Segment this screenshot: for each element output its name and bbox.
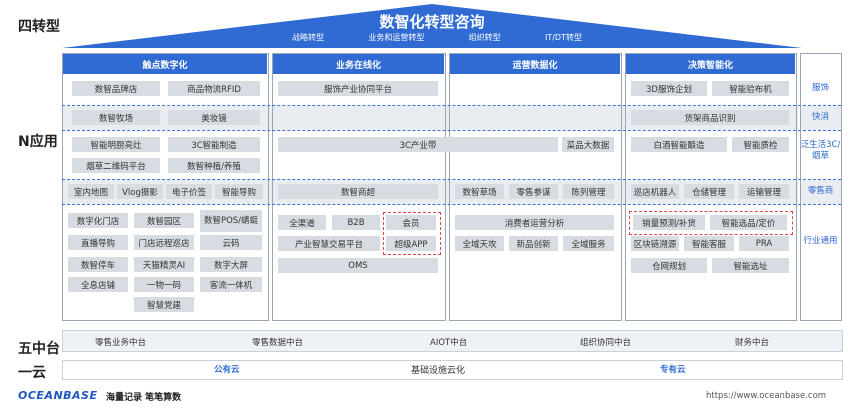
app-box: 智慧党建 [134,297,194,312]
middle-platform: 零售业务中台 [95,338,147,348]
app-box: 区块链溯源 [631,236,679,251]
middle-platform: 组织协同中台 [580,338,632,348]
app-box: 3C智能制造 [168,137,260,152]
app-box: 智能质检 [732,137,789,152]
column-header: 触点数字化 [63,54,267,74]
row-divider [62,179,841,180]
app-box: 云码 [200,235,262,250]
app-box: 烟草二维码平台 [72,158,160,173]
row-label-one: 一云 [18,365,46,381]
roof-subtitle: 战略转型 [292,33,324,42]
app-box: 运输管理 [739,184,789,199]
roof-subtitle: 组织转型 [468,33,501,42]
industry-label: 服饰 [811,83,829,93]
app-box: 新品创新 [509,236,558,251]
row-label-n: N应用 [18,134,58,150]
column-header: 业务在线化 [273,54,444,74]
column-header: 决策智能化 [626,54,795,74]
app-box: PRA [739,236,789,251]
roof-subtitle: 业务和运营转型 [368,33,425,42]
app-box: 数智停车 [68,257,128,272]
app-box: 3C产业带 [278,137,558,152]
app-box: 天猫精灵AI [134,257,194,272]
app-box: 智能导购 [215,184,263,199]
app-box: 全渠道 [278,215,326,230]
roof-subtitles: 战略转型 业务和运营转型 组织转型 IT/DT转型 [292,32,582,43]
app-box: 全域天攻 [455,236,504,251]
cloud-base: 基础设施云化 [411,366,466,376]
industry-label: 泛生活3C/烟草 [800,140,841,161]
industry-label: 快消 [811,112,829,122]
app-box: 数智品牌店 [72,81,160,96]
app-box: 巡店机器人 [631,184,679,199]
app-box: 数智草场 [455,184,504,199]
app-box: 客流一体机 [200,277,262,292]
app-box: 商品物流RFID [168,81,260,96]
app-box: 仓网规划 [631,258,707,273]
roof-title: 数智化转型咨询 [379,13,485,31]
app-box: 零售参谋 [509,184,558,199]
app-box: 陈列管理 [563,184,614,199]
app-box: 仓储管理 [684,184,734,199]
app-box: 数智牧场 [72,110,160,125]
app-box: 数字大屏 [200,257,262,272]
row-divider [62,204,841,205]
footer-url[interactable]: https://www.oceanbase.com [706,391,826,401]
app-box: 智能客服 [684,236,734,251]
highlight-frame [383,212,441,255]
app-box: 美妆镜 [168,110,260,125]
app-box: 白酒智能酿造 [631,137,727,152]
app-box: 一物一码 [134,277,194,292]
app-box: 智能明厨亮灶 [72,137,160,152]
app-box: 电子价签 [166,184,212,199]
app-box: 智能选址 [712,258,789,273]
app-box: 全域服务 [563,236,614,251]
highlight-frame [629,211,793,235]
app-box: 数智商超 [278,184,438,199]
app-box: 室内地图 [68,184,114,199]
row-divider [62,130,841,131]
app-box: 货架商品识别 [631,110,789,125]
column-header: 运营数据化 [450,54,620,74]
footer-slogan: 海量记录 笔笔算数 [106,393,182,403]
middle-platform: 零售数据中台 [252,338,304,348]
app-box: OMS [278,258,438,273]
cloud-private: 专有云 [660,365,686,375]
row-divider [62,105,841,106]
row-label-five: 五中台 [18,341,60,357]
roof-subtitle: IT/DT转型 [544,33,582,42]
app-box: 数智园区 [134,213,194,228]
app-box: 智能验布机 [712,81,789,96]
industry-label: 行业通用 [803,236,838,246]
app-box: 产业智慧交易平台 [278,236,380,251]
app-box: 数智种植/养殖 [168,158,260,173]
app-box: 消费者运营分析 [455,215,614,230]
app-box: 服饰产业协同平台 [278,81,438,96]
app-box: 菜品大数据 [562,137,614,152]
middle-platform: AIOT中台 [430,338,468,348]
industry-label: 零售商 [807,186,834,196]
oceanbase-logo: OCEANBASE [18,389,98,402]
middle-platform: 财务中台 [735,338,770,348]
app-box: 门店远程巡店 [134,235,194,250]
app-box: 数智POS/蜻蜓 [200,210,262,232]
app-box: 3D服饰企划 [631,81,707,96]
app-box: Vlog摄影 [117,184,163,199]
app-box: 全息店铺 [68,277,128,292]
app-box: 直播导购 [68,235,128,250]
row-label-four: 四转型 [18,19,60,35]
cloud-public: 公有云 [214,365,240,375]
app-box: 数字化门店 [68,213,128,228]
app-box: B2B [332,215,380,230]
